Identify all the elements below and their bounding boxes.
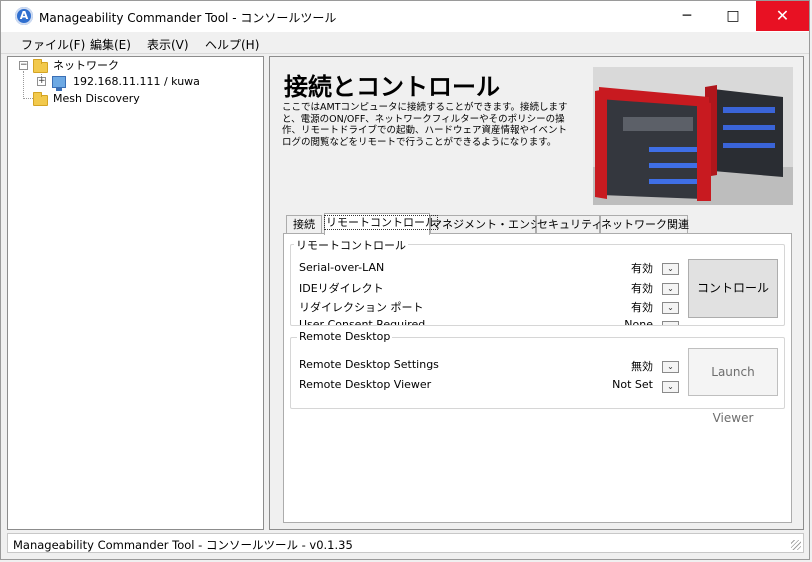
remote-desktop-viewer-label: Remote Desktop Viewer	[299, 378, 432, 391]
remote-control-group: Serial-over-LAN 有効 ⌄ IDEリダイレクト 有効 ⌄ リダイレ…	[290, 244, 785, 326]
remote-desktop-viewer-value: Not Set	[612, 378, 653, 391]
remote-desktop-group: Remote Desktop Remote Desktop Settings 無…	[290, 330, 785, 425]
redirection-port-label: リダイレクション ポート	[299, 301, 424, 314]
hardware-photo	[593, 67, 793, 205]
ide-redirect-label: IDEリダイレクト	[299, 282, 384, 295]
serial-over-lan-dropdown-icon[interactable]: ⌄	[662, 263, 679, 275]
tree-connector	[23, 71, 24, 99]
user-consent-value: None	[624, 318, 653, 326]
user-consent-label: User Consent Required	[299, 318, 426, 326]
tree-node-host[interactable]: 192.168.11.111 / kuwa	[73, 74, 200, 90]
window-title: Manageability Commander Tool - コンソールツール	[39, 11, 337, 25]
network-tree[interactable]: − ネットワーク + 192.168.11.111 / kuwa Mesh Di…	[7, 56, 264, 530]
remote-desktop-settings-value: 無効	[631, 360, 653, 373]
user-consent-dropdown-icon[interactable]: ⌄	[662, 321, 679, 325]
menu-file[interactable]: ファイル(F)	[21, 36, 85, 53]
tree-node-mesh-discovery[interactable]: Mesh Discovery	[53, 91, 140, 107]
tab-security[interactable]: セキュリティ	[536, 215, 602, 234]
remote-desktop-settings-dropdown-icon[interactable]: ⌄	[662, 361, 679, 373]
page-description: ここではAMTコンピュータに接続することができます。接続しますと、電源のON/O…	[282, 102, 568, 148]
status-bar: Manageability Commander Tool - コンソールツール …	[7, 533, 804, 553]
menu-bar: ファイル(F) 編集(E) 表示(V) ヘルプ(H)	[1, 32, 809, 54]
hardware-photo-graphic	[593, 67, 793, 205]
computer-icon	[52, 76, 66, 91]
tree-connector	[23, 98, 33, 99]
launch-viewer-button[interactable]: Launch Viewer	[688, 348, 778, 425]
tab-management-engine[interactable]: マネジメント・エンジン	[430, 215, 552, 234]
tab-remote-control-label: リモートコントロール	[324, 215, 438, 230]
remote-desktop-settings-label: Remote Desktop Settings	[299, 358, 439, 371]
maximize-button[interactable]: □	[710, 1, 756, 31]
tree-node-network[interactable]: ネットワーク	[53, 58, 119, 74]
app-window: A Manageability Commander Tool - コンソールツー…	[0, 0, 810, 560]
tab-connect[interactable]: 接続	[286, 215, 322, 234]
close-button[interactable]: ✕	[756, 1, 809, 31]
resize-grip-icon[interactable]	[791, 540, 801, 550]
status-text: Manageability Commander Tool - コンソールツール …	[13, 538, 353, 552]
minimize-button[interactable]: ─	[664, 1, 710, 31]
menu-edit[interactable]: 編集(E)	[90, 36, 131, 53]
remote-desktop-group-title: Remote Desktop	[297, 330, 393, 343]
remote-control-group-title: リモートコントロール	[294, 237, 408, 253]
ide-redirect-dropdown-icon[interactable]: ⌄	[662, 283, 679, 295]
serial-over-lan-label: Serial-over-LAN	[299, 261, 385, 274]
tab-network[interactable]: ネットワーク関連	[600, 215, 689, 234]
remote-desktop-viewer-dropdown-icon[interactable]: ⌄	[662, 381, 679, 393]
title-bar[interactable]: A Manageability Commander Tool - コンソールツー…	[1, 1, 809, 32]
redirection-port-dropdown-icon[interactable]: ⌄	[662, 302, 679, 314]
tab-remote-control[interactable]: リモートコントロール	[324, 213, 438, 235]
folder-icon	[33, 59, 48, 73]
app-logo-icon: A	[15, 7, 33, 25]
detail-panel: 接続とコントロール ここではAMTコンピュータに接続することができます。接続しま…	[269, 56, 804, 530]
ide-redirect-value: 有効	[631, 282, 653, 295]
redirection-port-value: 有効	[631, 301, 653, 314]
menu-view[interactable]: 表示(V)	[147, 36, 189, 53]
tree-expand-icon[interactable]: +	[37, 77, 46, 86]
page-title: 接続とコントロール	[284, 73, 500, 101]
control-button[interactable]: コントロール	[688, 259, 778, 318]
menu-help[interactable]: ヘルプ(H)	[205, 36, 259, 53]
tab-content: Serial-over-LAN 有効 ⌄ IDEリダイレクト 有効 ⌄ リダイレ…	[283, 233, 792, 523]
serial-over-lan-value: 有効	[631, 262, 653, 275]
folder-icon	[33, 92, 48, 106]
tree-collapse-icon[interactable]: −	[19, 61, 28, 70]
